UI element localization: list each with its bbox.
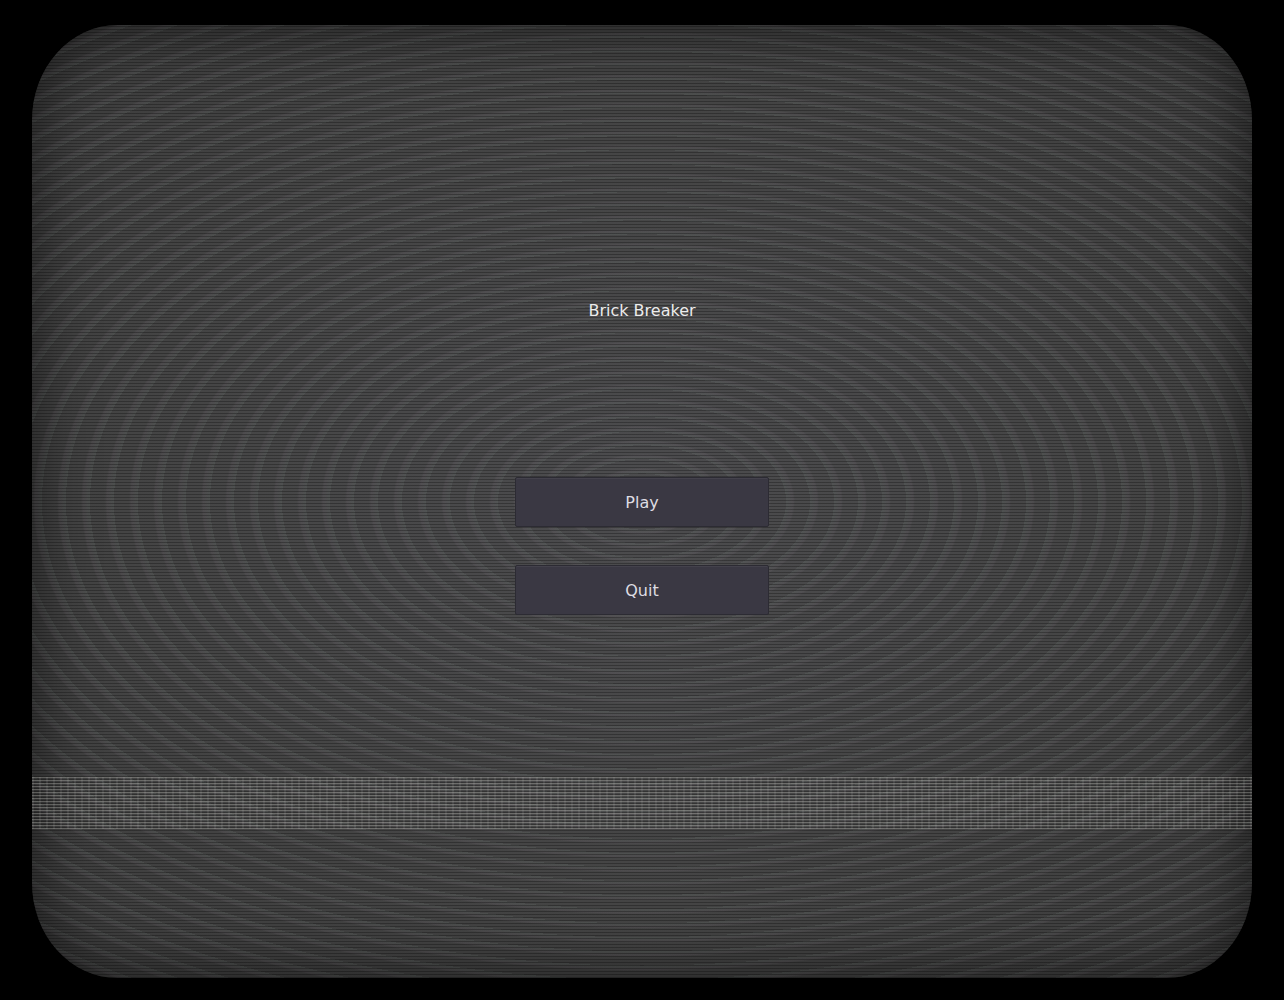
- main-menu: Play Quit: [515, 477, 769, 615]
- static-noise: [32, 777, 1252, 829]
- menu-button[interactable]: Quit: [515, 565, 769, 615]
- game-title: Brick Breaker: [588, 300, 695, 322]
- menu-button[interactable]: Play: [515, 477, 769, 527]
- page: Brick Breaker Play Quit: [0, 0, 1284, 1000]
- crt-screen: Brick Breaker Play Quit: [32, 25, 1252, 978]
